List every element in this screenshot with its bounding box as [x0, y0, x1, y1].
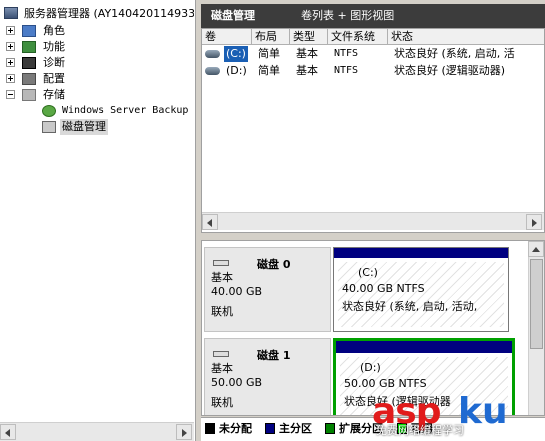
volume-name: (C:)	[224, 46, 248, 62]
disk-management-pane: 磁盘管理 卷列表 + 图形视图 卷 布局 类型 文件系统 状态 (C:) 简单 …	[197, 0, 545, 441]
volume-layout: 简单	[258, 64, 280, 77]
tree-item-label: 磁盘管理	[60, 119, 108, 135]
pane-header: 磁盘管理 卷列表 + 图形视图	[201, 4, 545, 28]
disk-management-icon	[42, 121, 56, 133]
volume-status: 状态良好 (逻辑驱动器)	[394, 64, 506, 77]
legend-label: 未分配	[219, 422, 252, 435]
tree-item-label: Windows Server Backup	[62, 105, 189, 116]
partition-bar	[336, 341, 512, 353]
partition-bar	[334, 248, 508, 258]
volume-layout: 简单	[258, 47, 280, 60]
navigation-tree-pane: 服务器管理器 (AY140420114933 角色 功能 诊断 配置 存储 Wi…	[0, 0, 196, 441]
roles-icon	[22, 25, 36, 37]
column-header-filesystem[interactable]: 文件系统	[328, 29, 388, 45]
column-header-layout[interactable]: 布局	[252, 29, 290, 45]
expand-plus-icon[interactable]	[6, 74, 15, 83]
scroll-up-button[interactable]	[528, 241, 544, 257]
volume-type: 基本	[296, 64, 318, 77]
graphical-view-vertical-scrollbar[interactable]	[528, 241, 544, 415]
volume-list: 卷 布局 类型 文件系统 状态 (C:) 简单 基本 NTFS 状态良好 (系统…	[201, 28, 545, 233]
partition-status: 状态良好 (系统, 启动, 活动,	[342, 300, 478, 313]
arrow-right-icon	[182, 429, 187, 437]
disk-1-label-panel[interactable]: 磁盘 1 基本 50.00 GB 联机	[204, 338, 331, 415]
graphical-disk-view: 磁盘 0 基本 40.00 GB 联机 (C:) 40.00 GB NTFS 状…	[201, 240, 545, 416]
expand-plus-icon[interactable]	[6, 42, 15, 51]
disk-kind: 基本	[211, 362, 233, 375]
partition-name: (D:)	[360, 361, 381, 374]
partition-c[interactable]: (C:) 40.00 GB NTFS 状态良好 (系统, 启动, 活动,	[333, 247, 509, 332]
features-icon	[22, 41, 36, 53]
diagnostics-icon	[22, 57, 36, 69]
server-manager-icon	[4, 7, 18, 19]
disk-icon	[213, 351, 229, 357]
tree-item-label: 诊断	[43, 56, 65, 69]
disk-title: 磁盘 1	[257, 349, 291, 362]
tree-item-label: 角色	[43, 24, 65, 37]
expand-plus-icon[interactable]	[6, 58, 15, 67]
legend-swatch	[205, 423, 215, 434]
tree-horizontal-scrollbar[interactable]	[0, 422, 194, 441]
disk-title: 磁盘 0	[257, 258, 291, 271]
scroll-right-button[interactable]	[526, 214, 542, 230]
arrow-left-icon	[207, 219, 212, 227]
disk-kind: 基本	[211, 271, 233, 284]
configuration-icon	[22, 73, 36, 85]
disk-state: 联机	[211, 305, 233, 318]
partition-size-fs: 40.00 GB NTFS	[342, 282, 425, 295]
tree-item-diagnostics[interactable]: 诊断	[6, 55, 186, 71]
legend-swatch	[265, 423, 275, 434]
partition-body: (C:) 40.00 GB NTFS 状态良好 (系统, 启动, 活动,	[338, 262, 504, 327]
volume-drive-icon	[205, 67, 220, 75]
disk-state: 联机	[211, 396, 233, 409]
volume-filesystem: NTFS	[334, 65, 359, 76]
scroll-left-button[interactable]	[202, 214, 218, 230]
tree-item-features[interactable]: 功能	[6, 39, 186, 55]
navigation-tree: 服务器管理器 (AY140420114933 角色 功能 诊断 配置 存储 Wi…	[0, 0, 194, 422]
tree-root-server-manager[interactable]: 服务器管理器 (AY140420114933	[4, 6, 194, 22]
site-watermark: asp ku 免费网络编程学习	[372, 392, 545, 441]
backup-icon	[42, 105, 56, 117]
volume-drive-icon	[205, 50, 220, 58]
disk-size: 40.00 GB	[211, 285, 263, 298]
tree-item-disk-management[interactable]: 磁盘管理	[42, 119, 194, 135]
volume-filesystem: NTFS	[334, 48, 359, 59]
tree-item-windows-server-backup[interactable]: Windows Server Backup	[42, 103, 194, 119]
partition-size-fs: 50.00 GB NTFS	[344, 377, 427, 390]
volume-row[interactable]: (C:) 简单 基本 NTFS 状态良好 (系统, 启动, 活	[202, 46, 544, 62]
view-mode-label: 卷列表 + 图形视图	[301, 9, 395, 22]
scroll-thumb[interactable]	[530, 259, 543, 349]
disk-icon	[213, 260, 229, 266]
tree-item-label: 配置	[43, 72, 65, 85]
tree-item-label: 存储	[43, 88, 65, 101]
column-header-status[interactable]: 状态	[388, 29, 544, 45]
scroll-right-button[interactable]	[176, 424, 192, 440]
arrow-right-icon	[532, 219, 537, 227]
column-header-volume[interactable]: 卷	[202, 29, 252, 45]
volume-name: (D:)	[226, 64, 247, 77]
collapse-minus-icon[interactable]	[6, 90, 15, 99]
scroll-left-button[interactable]	[0, 424, 16, 440]
tree-root-label: 服务器管理器 (AY140420114933	[24, 7, 194, 20]
arrow-left-icon	[5, 429, 10, 437]
storage-icon	[22, 89, 36, 101]
volume-status: 状态良好 (系统, 启动, 活	[394, 47, 515, 60]
arrow-up-icon	[532, 247, 540, 252]
watermark-logo-ku: ku	[458, 391, 508, 432]
legend-swatch	[325, 423, 335, 434]
legend-label: 主分区	[279, 422, 312, 435]
tree-item-configuration[interactable]: 配置	[6, 71, 186, 87]
column-header-type[interactable]: 类型	[290, 29, 328, 45]
partition-name: (C:)	[358, 266, 378, 279]
tree-item-roles[interactable]: 角色	[6, 23, 186, 39]
volume-list-horizontal-scrollbar[interactable]	[202, 212, 544, 230]
tree-item-label: 功能	[43, 40, 65, 53]
watermark-subtitle: 免费网络编程学习	[376, 424, 464, 437]
volume-row[interactable]: (D:) 简单 基本 NTFS 状态良好 (逻辑驱动器)	[202, 63, 544, 79]
disk-0-label-panel[interactable]: 磁盘 0 基本 40.00 GB 联机	[204, 247, 331, 332]
pane-title: 磁盘管理	[211, 9, 255, 22]
expand-plus-icon[interactable]	[6, 26, 15, 35]
disk-size: 50.00 GB	[211, 376, 263, 389]
tree-item-storage[interactable]: 存储	[6, 87, 186, 103]
volume-type: 基本	[296, 47, 318, 60]
